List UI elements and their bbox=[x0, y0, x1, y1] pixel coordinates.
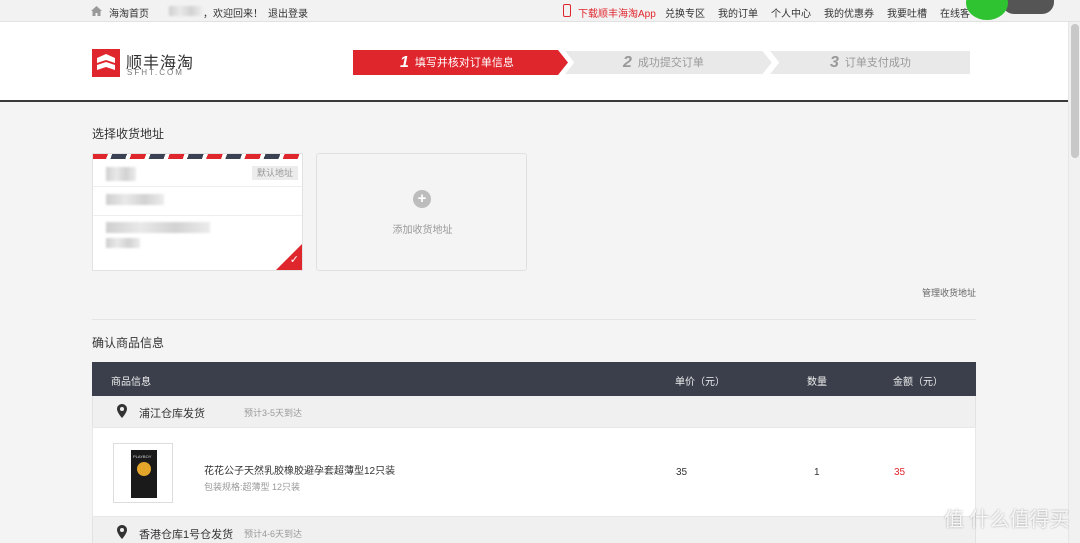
address-blurred-1 bbox=[106, 222, 210, 233]
goods-table-header: 商品信息 单价（元） 数量 金额（元） bbox=[92, 362, 976, 396]
phone-blurred bbox=[106, 194, 164, 205]
plus-icon: + bbox=[413, 190, 431, 208]
manage-address-link[interactable]: 管理收货地址 bbox=[922, 286, 976, 299]
home-link[interactable]: 海淘首页 bbox=[109, 5, 149, 20]
warehouse-row: 浦江仓库发货 预计3-5天到达 bbox=[92, 396, 976, 427]
unit-price: 35 bbox=[676, 467, 688, 478]
step-2: 2 成功提交订单 bbox=[623, 54, 704, 71]
product-spec: 包装规格:超薄型 12只装 bbox=[204, 482, 301, 492]
header: 顺丰海淘 SFHT.COM 1 填写并核对订单信息 2 成功提交订单 3 订单支付成功 bbox=[0, 22, 1080, 102]
logo-subtitle: SFHT.COM bbox=[127, 68, 184, 77]
default-address-tag: 默认地址 bbox=[252, 166, 298, 180]
col-amount: 金额（元） bbox=[893, 377, 943, 388]
nav-my-coupons[interactable]: 我的优惠券 bbox=[824, 5, 874, 20]
nav-personal-center[interactable]: 个人中心 bbox=[771, 5, 811, 20]
product-thumbnail[interactable]: PLAYBOY bbox=[113, 443, 173, 503]
address-blurred-2 bbox=[106, 238, 140, 248]
logout-link[interactable]: 退出登录 bbox=[268, 5, 308, 20]
quantity: 1 bbox=[814, 467, 820, 478]
warehouse-row: 香港仓库1号仓发货 预计4-6天到达 bbox=[92, 517, 976, 543]
col-quantity: 数量 bbox=[807, 377, 827, 388]
nav-exchange[interactable]: 兑换专区 bbox=[665, 5, 705, 20]
address-section-title: 选择收货地址 bbox=[92, 127, 165, 141]
add-address-label: 添加收货地址 bbox=[392, 225, 453, 236]
phone-icon bbox=[563, 4, 571, 17]
step-1: 1 填写并核对订单信息 bbox=[400, 54, 514, 71]
product-brand-text: PLAYBOY bbox=[133, 454, 152, 459]
goods-item-row: PLAYBOY 花花公子天然乳胶橡胶避孕套超薄型12只装 包装规格:超薄型 12… bbox=[92, 427, 976, 517]
col-goods-info: 商品信息 bbox=[111, 377, 151, 388]
col-unit-price: 单价（元） bbox=[675, 377, 725, 388]
amount: 35 bbox=[894, 467, 906, 478]
step-3: 3 订单支付成功 bbox=[830, 54, 911, 71]
username-blurred bbox=[169, 6, 202, 16]
download-app-link[interactable]: 下载顺丰海淘App bbox=[578, 5, 656, 20]
welcome-text: ，欢迎回来！ bbox=[203, 9, 263, 20]
nav-my-orders[interactable]: 我的订单 bbox=[718, 5, 758, 20]
nav-online-service[interactable]: 在线客 bbox=[940, 5, 970, 20]
address-card-default[interactable]: 默认地址 ✓ bbox=[92, 153, 303, 271]
warehouse-eta: 预计3-5天到达 bbox=[244, 408, 303, 418]
divider bbox=[93, 215, 302, 216]
page-scrollbar[interactable] bbox=[1068, 22, 1080, 543]
location-pin-icon bbox=[117, 525, 127, 539]
green-float-badge[interactable] bbox=[966, 0, 1008, 20]
share-badge[interactable] bbox=[1002, 0, 1054, 14]
divider bbox=[93, 186, 302, 187]
product-image: PLAYBOY bbox=[131, 450, 157, 498]
scrollbar-thumb[interactable] bbox=[1071, 24, 1079, 158]
top-bar: 海淘首页 ，欢迎回来！ 退出登录 下载顺丰海淘App 兑换专区 我的订单 个人中… bbox=[0, 0, 1080, 22]
product-name[interactable]: 花花公子天然乳胶橡胶避孕套超薄型12只装 bbox=[204, 462, 395, 477]
checkout-steps: 1 填写并核对订单信息 2 成功提交订单 3 订单支付成功 bbox=[353, 50, 971, 75]
add-address-card[interactable]: + 添加收货地址 bbox=[316, 153, 527, 271]
watermark-text: 值 什么值得买 bbox=[944, 509, 1070, 531]
logo-icon[interactable] bbox=[92, 49, 120, 77]
check-icon: ✓ bbox=[289, 254, 299, 266]
bunny-logo-icon bbox=[137, 462, 151, 476]
section-divider bbox=[92, 319, 976, 320]
goods-section-title: 确认商品信息 bbox=[92, 336, 165, 350]
warehouse-eta: 预计4-6天到达 bbox=[244, 529, 303, 539]
home-icon bbox=[91, 6, 102, 16]
recipient-name-blurred bbox=[106, 167, 136, 181]
location-pin-icon bbox=[117, 404, 127, 418]
airmail-stripe bbox=[93, 154, 302, 159]
warehouse-name: 香港仓库1号仓发货 bbox=[139, 529, 234, 541]
nav-feedback[interactable]: 我要吐槽 bbox=[887, 5, 927, 20]
warehouse-name: 浦江仓库发货 bbox=[139, 408, 205, 420]
